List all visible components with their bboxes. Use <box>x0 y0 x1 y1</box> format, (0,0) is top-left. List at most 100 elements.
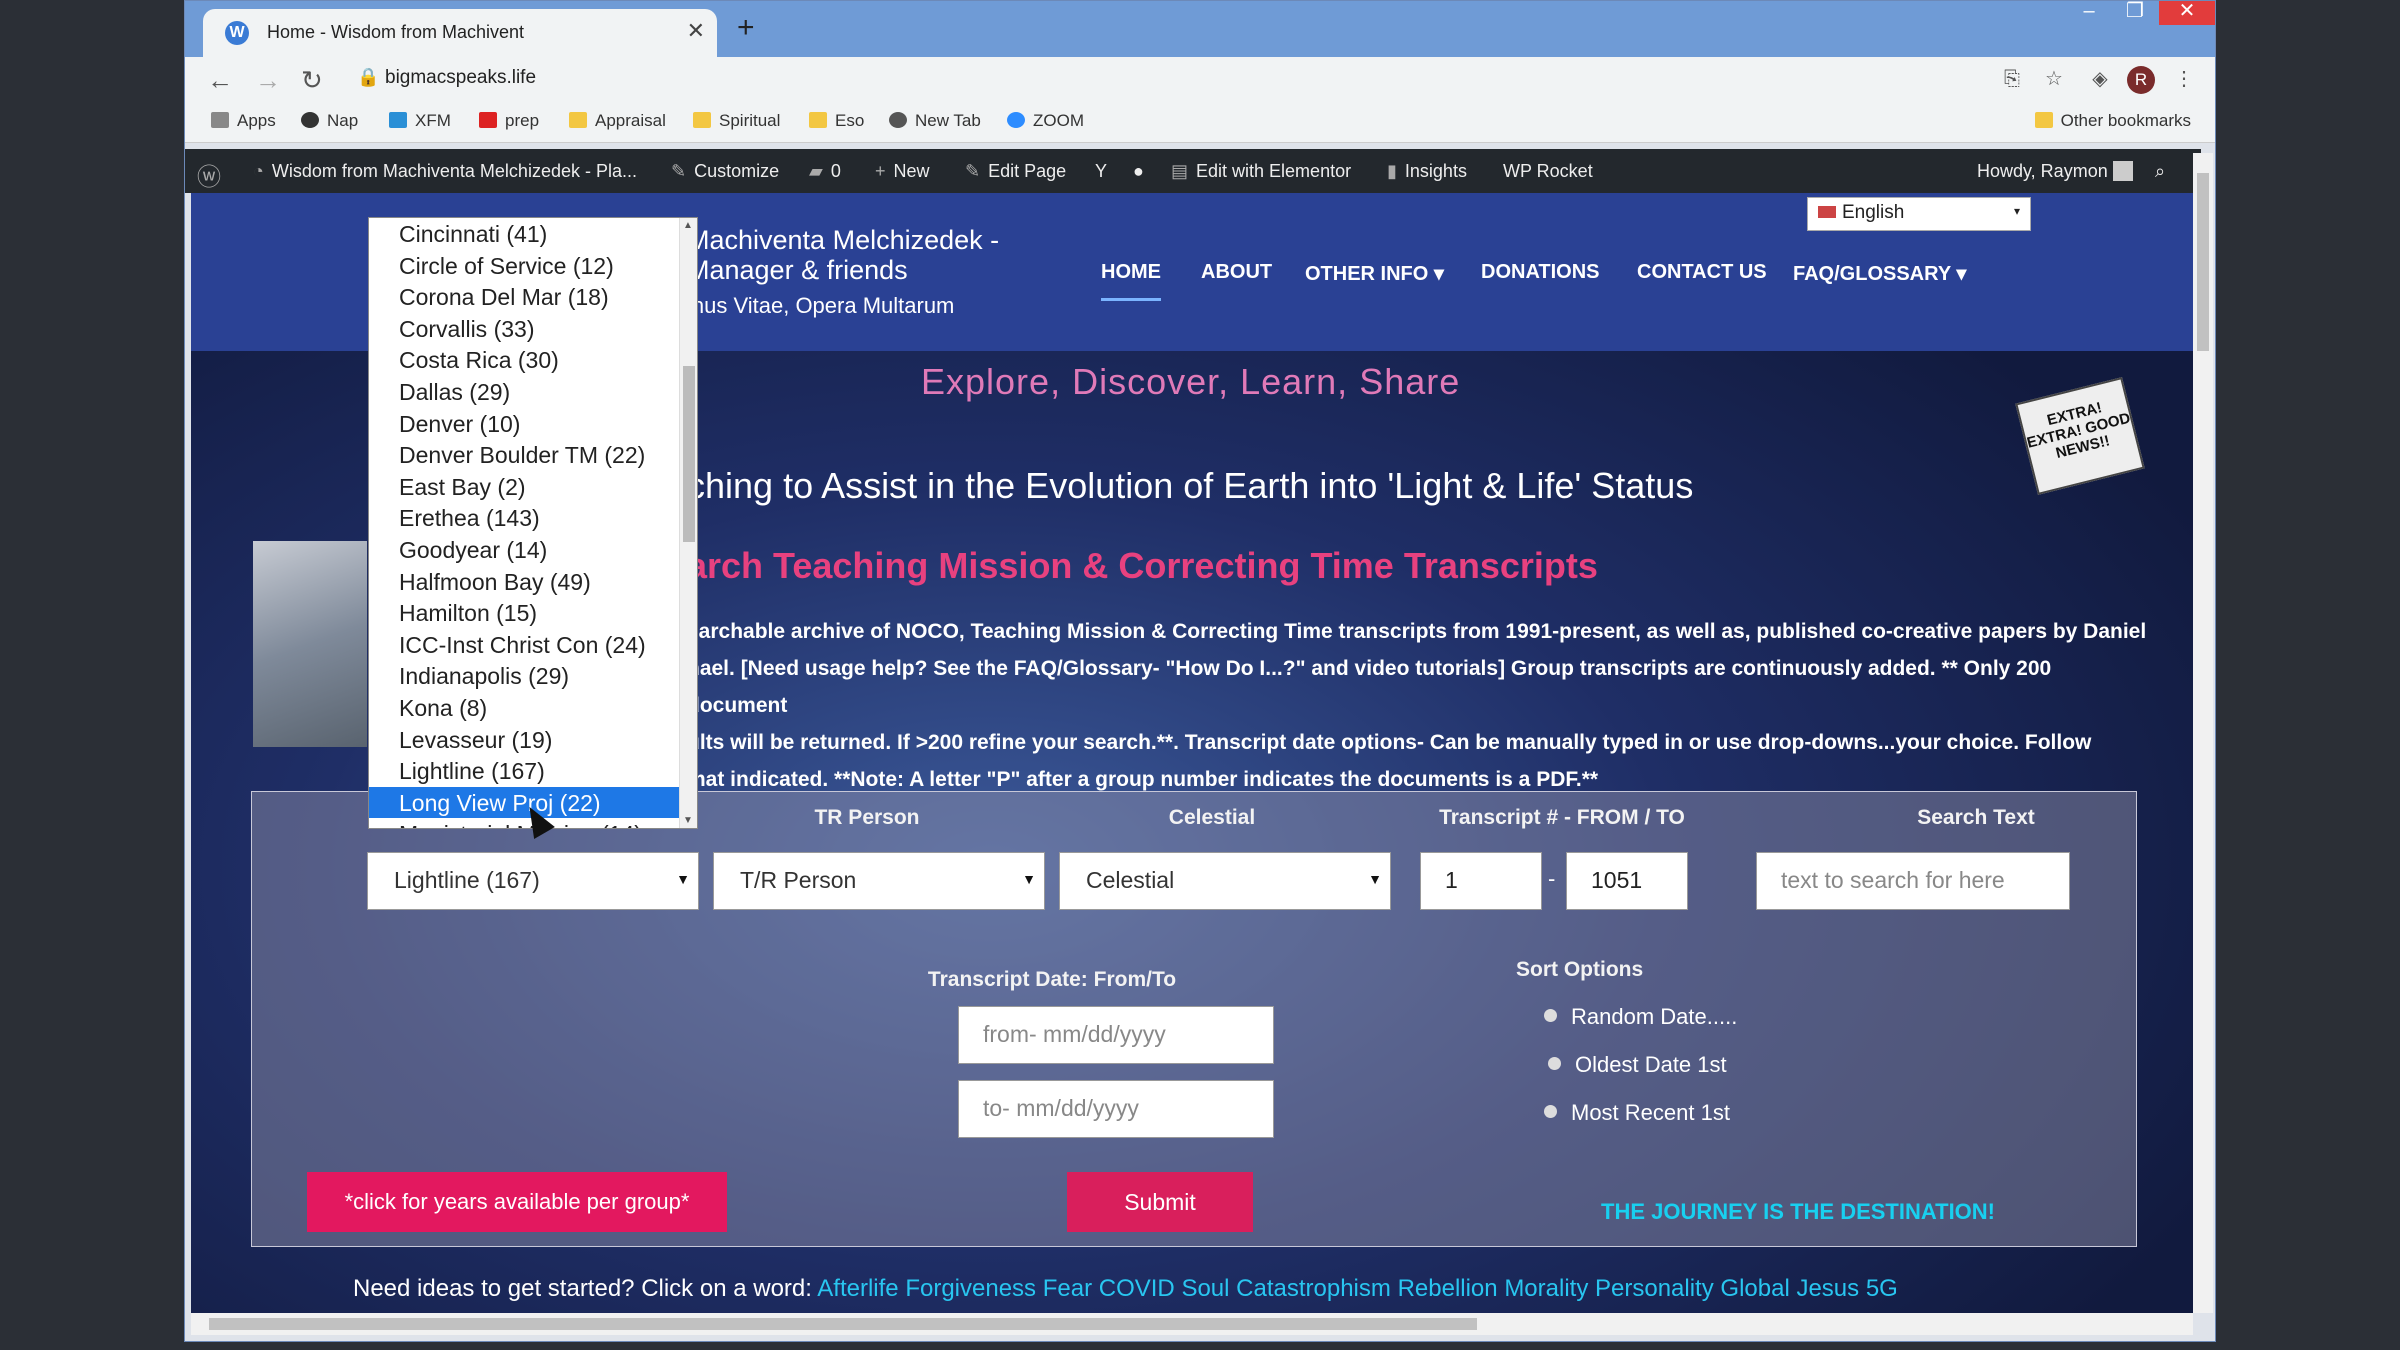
profile-avatar[interactable]: R <box>2127 66 2155 94</box>
admin-comments[interactable]: ▰ 0 <box>809 161 841 182</box>
browser-tab[interactable]: W Home - Wisdom from Machivent ✕ <box>203 9 717 57</box>
dropdown-scrollbar[interactable]: ▲ ▼ <box>679 218 697 828</box>
search-text-input[interactable]: text to search for here <box>1756 852 2070 910</box>
dropdown-option[interactable]: Kona (8) <box>369 692 697 724</box>
bookmark-apps[interactable]: Apps <box>211 111 276 131</box>
idea-link[interactable]: Personality <box>1595 1275 1714 1302</box>
sort-oldest-radio[interactable]: Oldest Date 1st <box>1548 1052 1727 1078</box>
menu-dots-icon[interactable]: ⋮ <box>2171 66 2197 92</box>
dropdown-option[interactable]: Corvallis (33) <box>369 313 697 345</box>
dropdown-option[interactable]: Cincinnati (41) <box>369 218 697 250</box>
admin-howdy[interactable]: Howdy, Raymon <box>1977 161 2133 182</box>
new-tab-button[interactable]: + <box>737 11 755 45</box>
other-bookmarks[interactable]: Other bookmarks <box>2034 111 2191 131</box>
page-hscroll-thumb[interactable] <box>209 1318 1477 1330</box>
idea-link[interactable]: Afterlife <box>817 1275 898 1302</box>
sort-recent-radio[interactable]: Most Recent 1st <box>1544 1100 1730 1126</box>
idea-link[interactable]: Catastrophism <box>1236 1275 1391 1302</box>
nav-about[interactable]: ABOUT <box>1201 261 1272 284</box>
admin-customize[interactable]: ✎ Customize <box>671 161 779 182</box>
back-icon[interactable]: ← <box>207 65 233 96</box>
transcript-to-input[interactable]: 1051 <box>1566 852 1688 910</box>
dropdown-option[interactable]: Lightline (167) <box>369 755 697 787</box>
admin-insights[interactable]: ▮ Insights <box>1387 161 1467 182</box>
extension-icon[interactable]: ◈ <box>2087 66 2113 92</box>
language-select[interactable]: English ▾ <box>1807 197 2031 231</box>
dropdown-option[interactable]: Erethea (143) <box>369 502 697 534</box>
window-close-icon[interactable]: ✕ <box>2159 1 2215 25</box>
bookmark-nap[interactable]: Nap <box>301 111 358 131</box>
celestial-select[interactable]: Celestial ▼ <box>1059 852 1391 910</box>
idea-link[interactable]: Morality <box>1504 1275 1588 1302</box>
dropdown-option[interactable]: Circle of Service (12) <box>369 250 697 282</box>
caret-down-icon: ▼ <box>1368 871 1382 887</box>
forward-icon[interactable]: → <box>255 65 281 96</box>
nav-faq-glossary[interactable]: FAQ/GLOSSARY ▾ <box>1793 261 1966 286</box>
tr-person-select[interactable]: T/R Person ▼ <box>713 852 1045 910</box>
bookmark-eso[interactable]: Eso <box>809 111 864 131</box>
admin-elementor[interactable]: ▤ Edit with Elementor <box>1171 161 1351 182</box>
dropdown-option[interactable]: Levasseur (19) <box>369 724 697 756</box>
dropdown-option[interactable]: Halfmoon Bay (49) <box>369 566 697 598</box>
bookmark-zoom[interactable]: ZOOM <box>1007 111 1084 131</box>
years-per-group-button[interactable]: *click for years available per group* <box>307 1172 727 1232</box>
admin-wp-rocket[interactable]: WP Rocket <box>1503 161 1593 182</box>
dropdown-option[interactable]: East Bay (2) <box>369 471 697 503</box>
submit-button[interactable]: Submit <box>1067 1172 1253 1232</box>
dropdown-option[interactable]: Denver Boulder TM (22) <box>369 439 697 471</box>
idea-link[interactable]: 5G <box>1866 1275 1898 1302</box>
idea-link[interactable]: Forgiveness <box>905 1275 1036 1302</box>
idea-link[interactable]: Global <box>1720 1275 1789 1302</box>
maximize-icon[interactable]: ❐ <box>2115 1 2155 25</box>
bookmark-xfm[interactable]: XFM <box>389 111 451 131</box>
page-scroll-thumb[interactable] <box>2197 173 2209 351</box>
idea-link[interactable]: Rebellion <box>1398 1275 1498 1302</box>
wordpress-logo-icon[interactable]: ⓦ <box>197 157 221 192</box>
idea-link[interactable]: Fear <box>1043 1275 1092 1302</box>
tab-close-icon[interactable]: ✕ <box>687 18 705 44</box>
lock-icon[interactable]: 🔒 <box>357 67 379 88</box>
page-horizontal-scrollbar[interactable] <box>191 1313 2193 1335</box>
dropdown-option[interactable]: Costa Rica (30) <box>369 344 697 376</box>
dropdown-option[interactable]: Dallas (29) <box>369 376 697 408</box>
url-field[interactable]: bigmacspeaks.life <box>385 67 536 89</box>
group-dropdown-list[interactable]: Cincinnati (41) Circle of Service (12) Cor… <box>368 217 698 829</box>
nav-other-info[interactable]: OTHER INFO ▾ <box>1305 261 1444 286</box>
admin-edit-page[interactable]: ✎ Edit Page <box>965 161 1066 182</box>
scroll-up-icon[interactable]: ▲ <box>683 220 693 231</box>
bookmark-star-icon[interactable]: ☆ <box>2041 66 2067 92</box>
scroll-down-icon[interactable]: ▼ <box>683 815 693 826</box>
dropdown-option[interactable]: Indianapolis (29) <box>369 660 697 692</box>
dropdown-option[interactable]: Corona Del Mar (18) <box>369 281 697 313</box>
nav-donations[interactable]: DONATIONS <box>1481 261 1600 284</box>
dropdown-option[interactable]: Goodyear (14) <box>369 534 697 566</box>
dropdown-scroll-thumb[interactable] <box>683 366 695 542</box>
yoast-icon[interactable]: Y <box>1095 161 1107 182</box>
page-vertical-scrollbar[interactable] <box>2193 153 2213 1313</box>
dropdown-option[interactable]: Hamilton (15) <box>369 597 697 629</box>
sort-random-radio[interactable]: Random Date..... <box>1544 1004 1737 1030</box>
reload-icon[interactable]: ↻ <box>301 65 323 96</box>
bookmark-prep[interactable]: prep <box>479 111 539 131</box>
bookmark-new-tab[interactable]: New Tab <box>889 111 981 131</box>
bookmark-appraisal[interactable]: Appraisal <box>569 111 666 131</box>
nav-contact-us[interactable]: CONTACT US <box>1637 261 1767 284</box>
idea-link[interactable]: Soul <box>1181 1275 1229 1302</box>
date-range-label: Transcript Date: From/To <box>927 968 1177 991</box>
admin-new[interactable]: + New <box>875 161 930 182</box>
date-to-input[interactable]: to- mm/dd/yyyy <box>958 1080 1274 1138</box>
admin-site-name[interactable]: ◔ Wisdom from Machiventa Melchizedek - Pl… <box>253 161 637 182</box>
dropdown-option[interactable]: ICC-Inst Christ Con (24) <box>369 629 697 661</box>
idea-link[interactable]: Jesus <box>1796 1275 1859 1302</box>
admin-search-icon[interactable]: ⌕ <box>2155 161 2165 182</box>
minimize-icon[interactable]: – <box>2069 1 2109 25</box>
bookmark-spiritual[interactable]: Spiritual <box>693 111 780 131</box>
dropdown-option[interactable]: Denver (10) <box>369 408 697 440</box>
translate-icon[interactable]: ⎘ <box>1999 66 2025 92</box>
transcript-from-input[interactable]: 1 <box>1420 852 1542 910</box>
date-from-input[interactable]: from- mm/dd/yyyy <box>958 1006 1274 1064</box>
group-select[interactable]: Lightline (167) ▼ <box>367 852 699 910</box>
site-title[interactable]: Machiventa Melchizedek - Manager & friend… <box>687 225 999 285</box>
nav-home[interactable]: HOME <box>1101 261 1161 301</box>
idea-link[interactable]: COVID <box>1099 1275 1175 1302</box>
